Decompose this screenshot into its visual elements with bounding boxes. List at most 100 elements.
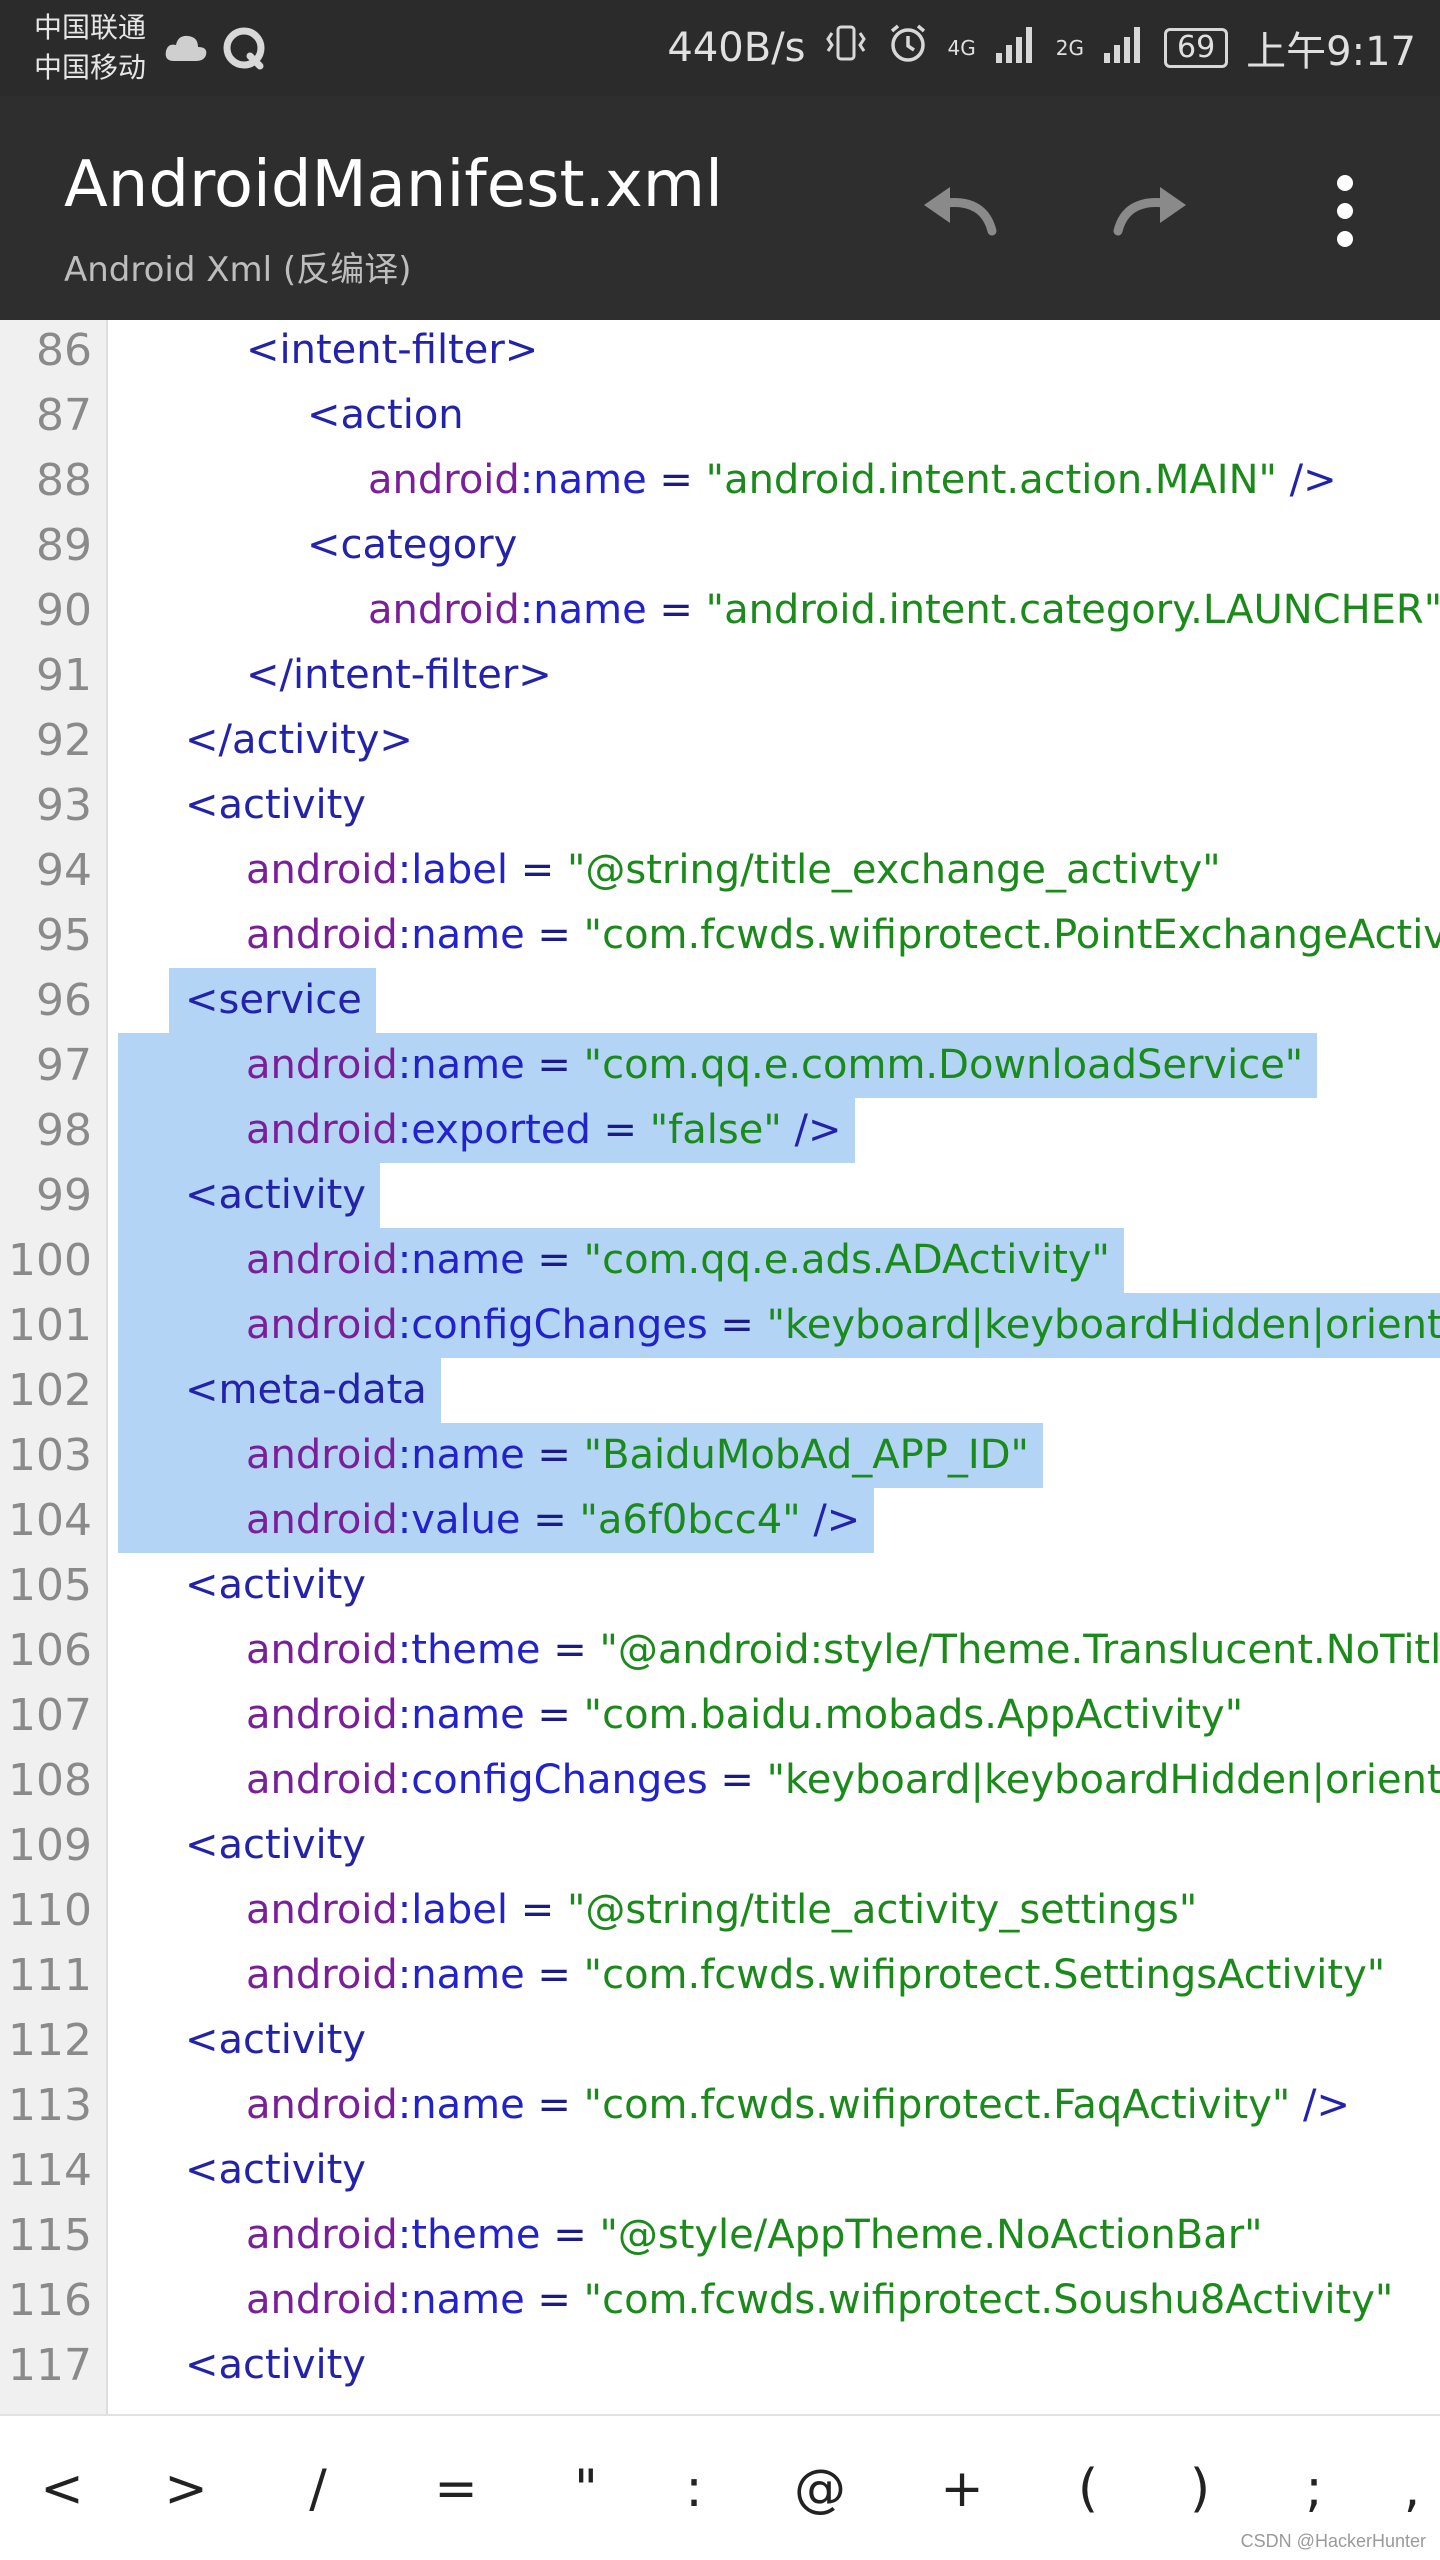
token-tag: <service	[185, 977, 362, 1023]
token-ns: android	[246, 1887, 398, 1933]
token-attr: :name	[397, 2082, 525, 2128]
token-str: "a6f0bcc4"	[579, 1497, 801, 1543]
code-line[interactable]: 102 <meta-data	[0, 1358, 1440, 1423]
code-text: <activity	[185, 773, 366, 838]
code-text: <activity	[185, 1813, 366, 1878]
code-line[interactable]: 95 android:name = "com.fcwds.wifiprotect.…	[0, 903, 1440, 968]
token-tag: <activity	[185, 2147, 366, 2193]
redo-button[interactable]	[1096, 156, 1206, 266]
token-eq: =	[524, 2277, 584, 2323]
token-eq: =	[508, 847, 567, 893]
code-line[interactable]: 103 android:name = "BaiduMobAd_APP_ID"	[0, 1423, 1440, 1488]
line-number: 95	[36, 910, 92, 961]
symbol-key[interactable]: /	[278, 2416, 358, 2560]
line-number: 103	[8, 1430, 92, 1481]
token-eq: =	[646, 587, 706, 633]
token-attr: :name	[397, 1952, 525, 1998]
code-text: android:name = "android.intent.category.…	[368, 578, 1440, 643]
token-str: "BaiduMobAd_APP_ID"	[583, 1432, 1029, 1478]
code-editor[interactable]: 86 <intent-filter> 87 <action 88 android:name…	[0, 320, 1440, 2414]
token-eq: =	[520, 1497, 580, 1543]
code-text: android:value = "a6f0bcc4" />	[246, 1488, 860, 1553]
token-attr: :name	[397, 1692, 525, 1738]
code-line[interactable]: 100 android:name = "com.qq.e.ads.ADActivi…	[0, 1228, 1440, 1293]
code-line[interactable]: 113 android:name = "com.fcwds.wifiprotect…	[0, 2073, 1440, 2138]
code-line[interactable]: 111 android:name = "com.fcwds.wifiprotect…	[0, 1943, 1440, 2008]
code-text: android:name = "com.fcwds.wifiprotect.Po…	[246, 903, 1440, 968]
line-number: 91	[36, 650, 92, 701]
code-line[interactable]: 87 <action	[0, 383, 1440, 448]
token-tag: />	[1276, 457, 1337, 503]
code-line[interactable]: 104 android:value = "a6f0bcc4" />	[0, 1488, 1440, 1553]
symbol-key[interactable]: =	[416, 2416, 496, 2560]
code-line[interactable]: 91 </intent-filter>	[0, 643, 1440, 708]
token-str: "keyboard|keyboardHidden|orientation"	[766, 1302, 1440, 1348]
code-line[interactable]: 114 <activity	[0, 2138, 1440, 2203]
token-eq: =	[646, 457, 706, 503]
token-str: "com.qq.e.comm.DownloadService"	[583, 1042, 1304, 1088]
code-line[interactable]: 98 android:exported = "false" />	[0, 1098, 1440, 1163]
symbol-key[interactable]: <	[22, 2416, 102, 2560]
code-line[interactable]: 117 <activity	[0, 2333, 1440, 2398]
code-line[interactable]: 116 android:name = "com.fcwds.wifiprotect…	[0, 2268, 1440, 2333]
code-line[interactable]: 94 android:label = "@string/title_exchang…	[0, 838, 1440, 903]
token-ns: android	[246, 1042, 398, 1088]
code-line[interactable]: 99 <activity	[0, 1163, 1440, 1228]
token-eq: =	[707, 1757, 767, 1803]
code-line[interactable]: 88 android:name = "android.intent.action.…	[0, 448, 1440, 513]
code-line[interactable]: 112 <activity	[0, 2008, 1440, 2073]
code-line[interactable]: 101 android:configChanges = "keyboard|key…	[0, 1293, 1440, 1358]
code-line[interactable]: 115 android:theme = "@style/AppTheme.NoAc…	[0, 2203, 1440, 2268]
code-text: <activity	[185, 2138, 366, 2203]
undo-button[interactable]	[904, 156, 1014, 266]
line-number: 113	[8, 2080, 92, 2131]
symbol-key[interactable]: >	[146, 2416, 226, 2560]
token-tag: <category	[307, 522, 518, 568]
symbol-key[interactable]: (	[1048, 2416, 1128, 2560]
code-line[interactable]: 105 <activity	[0, 1553, 1440, 1618]
line-number: 97	[36, 1040, 92, 1091]
token-attr: :exported	[397, 1107, 591, 1153]
code-line[interactable]: 89 <category	[0, 513, 1440, 578]
code-line[interactable]: 107 android:name = "com.baidu.mobads.AppA…	[0, 1683, 1440, 1748]
code-line[interactable]: 93 <activity	[0, 773, 1440, 838]
line-number: 115	[8, 2210, 92, 2261]
token-attr: :theme	[397, 1627, 541, 1673]
code-text: android:name = "com.qq.e.ads.ADActivity"	[246, 1228, 1110, 1293]
token-eq: =	[707, 1302, 767, 1348]
token-str: "false"	[649, 1107, 782, 1153]
symbol-key[interactable]: +	[922, 2416, 1002, 2560]
symbol-key[interactable]: )	[1160, 2416, 1240, 2560]
code-line[interactable]: 108 android:configChanges = "keyboard|key…	[0, 1748, 1440, 1813]
line-number: 102	[8, 1365, 92, 1416]
signal-icon-1	[994, 23, 1038, 73]
code-text: android:exported = "false" />	[246, 1098, 841, 1163]
symbol-key[interactable]: :	[654, 2416, 734, 2560]
code-line[interactable]: 106 android:theme = "@android:style/Theme…	[0, 1618, 1440, 1683]
line-number: 88	[36, 455, 92, 506]
code-line[interactable]: 90 android:name = "android.intent.categor…	[0, 578, 1440, 643]
code-text: <action	[307, 383, 464, 448]
net-4g-label: 4G	[947, 36, 976, 60]
code-line[interactable]: 110 android:label = "@string/title_activi…	[0, 1878, 1440, 1943]
code-line[interactable]: 97 android:name = "com.qq.e.comm.Download…	[0, 1033, 1440, 1098]
token-ns: android	[246, 1432, 398, 1478]
code-line[interactable]: 92 </activity>	[0, 708, 1440, 773]
line-number: 99	[36, 1170, 92, 1221]
symbol-key[interactable]: "	[546, 2416, 626, 2560]
token-str: "keyboard|keyboardHidden|orientation"	[766, 1757, 1440, 1803]
code-line[interactable]: 96 <service	[0, 968, 1440, 1033]
token-tag: />	[1290, 2082, 1351, 2128]
more-options-button[interactable]	[1290, 156, 1400, 266]
symbol-key[interactable]: @	[780, 2416, 860, 2560]
code-text: android:name = "com.fcwds.wifiprotect.So…	[246, 2268, 1393, 2333]
code-line[interactable]: 86 <intent-filter>	[0, 320, 1440, 383]
token-ns: android	[246, 1237, 398, 1283]
line-number: 89	[36, 520, 92, 571]
code-line[interactable]: 109 <activity	[0, 1813, 1440, 1878]
token-attr: :name	[519, 587, 647, 633]
token-tag: />	[800, 1497, 861, 1543]
token-eq: =	[524, 1432, 584, 1478]
clock: 上午9:17	[1246, 29, 1416, 75]
app-toolbar: AndroidManifest.xml Android Xml (反编译)	[0, 96, 1440, 320]
